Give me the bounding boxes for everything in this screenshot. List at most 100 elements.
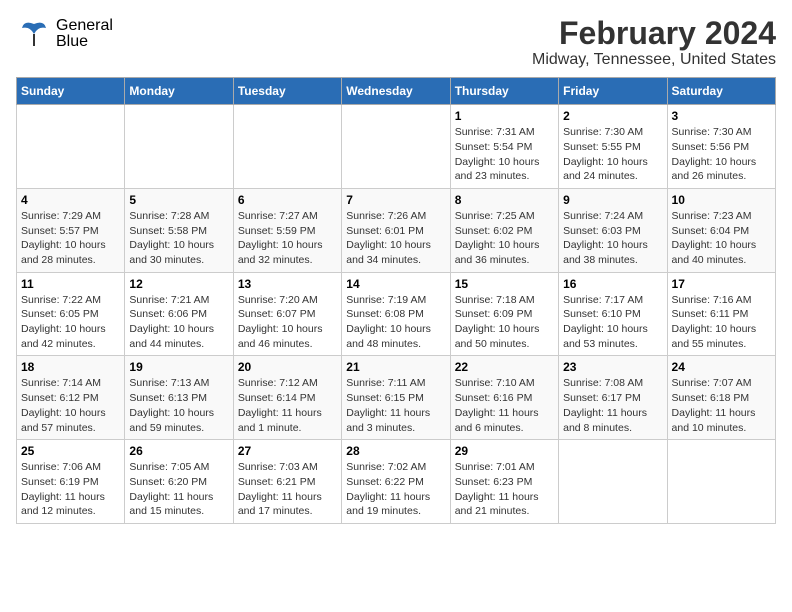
- calendar-cell: 23 Sunrise: 7:08 AM Sunset: 6:17 PM Dayli…: [559, 356, 667, 440]
- calendar-cell: 14 Sunrise: 7:19 AM Sunset: 6:08 PM Dayli…: [342, 272, 450, 356]
- calendar-cell: 27 Sunrise: 7:03 AM Sunset: 6:21 PM Dayli…: [233, 440, 341, 524]
- header-day-friday: Friday: [559, 78, 667, 105]
- day-number: 27: [238, 444, 337, 458]
- header-day-sunday: Sunday: [17, 78, 125, 105]
- day-number: 5: [129, 193, 228, 207]
- day-info: Sunrise: 7:21 AM Sunset: 6:06 PM Dayligh…: [129, 293, 228, 352]
- calendar-cell: 28 Sunrise: 7:02 AM Sunset: 6:22 PM Dayli…: [342, 440, 450, 524]
- calendar-cell: 3Sunrise: 7:30 AM Sunset: 5:56 PM Daylig…: [667, 105, 775, 189]
- day-number: 25: [21, 444, 120, 458]
- logo-icon: [16, 16, 52, 52]
- day-number: 29: [455, 444, 554, 458]
- day-number: 3: [672, 109, 771, 123]
- calendar-cell: 9 Sunrise: 7:24 AM Sunset: 6:03 PM Daylig…: [559, 188, 667, 272]
- calendar-cell: [233, 105, 341, 189]
- header-day-tuesday: Tuesday: [233, 78, 341, 105]
- day-info: Sunrise: 7:26 AM Sunset: 6:01 PM Dayligh…: [346, 209, 445, 268]
- day-info: Sunrise: 7:11 AM Sunset: 6:15 PM Dayligh…: [346, 376, 445, 435]
- day-info: Sunrise: 7:25 AM Sunset: 6:02 PM Dayligh…: [455, 209, 554, 268]
- day-info: Sunrise: 7:02 AM Sunset: 6:22 PM Dayligh…: [346, 460, 445, 519]
- day-info: Sunrise: 7:01 AM Sunset: 6:23 PM Dayligh…: [455, 460, 554, 519]
- calendar-cell: 20 Sunrise: 7:12 AM Sunset: 6:14 PM Dayli…: [233, 356, 341, 440]
- day-info: Sunrise: 7:13 AM Sunset: 6:13 PM Dayligh…: [129, 376, 228, 435]
- day-info: Sunrise: 7:17 AM Sunset: 6:10 PM Dayligh…: [563, 293, 662, 352]
- calendar-cell: 15Sunrise: 7:18 AM Sunset: 6:09 PM Dayli…: [450, 272, 558, 356]
- day-number: 19: [129, 360, 228, 374]
- day-number: 2: [563, 109, 662, 123]
- day-number: 6: [238, 193, 337, 207]
- header-day-wednesday: Wednesday: [342, 78, 450, 105]
- calendar-header-row: SundayMondayTuesdayWednesdayThursdayFrid…: [17, 78, 776, 105]
- day-info: Sunrise: 7:27 AM Sunset: 5:59 PM Dayligh…: [238, 209, 337, 268]
- day-number: 8: [455, 193, 554, 207]
- calendar-week-2: 4 Sunrise: 7:29 AM Sunset: 5:57 PM Daylig…: [17, 188, 776, 272]
- calendar-cell: 24Sunrise: 7:07 AM Sunset: 6:18 PM Dayli…: [667, 356, 775, 440]
- calendar-cell: [667, 440, 775, 524]
- logo-blue: Blue: [56, 34, 113, 50]
- calendar-cell: [559, 440, 667, 524]
- day-number: 21: [346, 360, 445, 374]
- day-number: 10: [672, 193, 771, 207]
- day-info: Sunrise: 7:29 AM Sunset: 5:57 PM Dayligh…: [21, 209, 120, 268]
- day-info: Sunrise: 7:14 AM Sunset: 6:12 PM Dayligh…: [21, 376, 120, 435]
- logo-general: General: [56, 18, 113, 34]
- day-number: 18: [21, 360, 120, 374]
- calendar-cell: 21 Sunrise: 7:11 AM Sunset: 6:15 PM Dayli…: [342, 356, 450, 440]
- calendar-cell: 25 Sunrise: 7:06 AM Sunset: 6:19 PM Dayli…: [17, 440, 125, 524]
- day-number: 15: [455, 277, 554, 291]
- calendar-cell: [342, 105, 450, 189]
- day-info: Sunrise: 7:08 AM Sunset: 6:17 PM Dayligh…: [563, 376, 662, 435]
- calendar-cell: 22 Sunrise: 7:10 AM Sunset: 6:16 PM Dayli…: [450, 356, 558, 440]
- day-number: 28: [346, 444, 445, 458]
- calendar-week-4: 18 Sunrise: 7:14 AM Sunset: 6:12 PM Dayli…: [17, 356, 776, 440]
- title-block: February 2024 Midway, Tennessee, United …: [532, 16, 776, 69]
- calendar-cell: 17Sunrise: 7:16 AM Sunset: 6:11 PM Dayli…: [667, 272, 775, 356]
- calendar-cell: 26Sunrise: 7:05 AM Sunset: 6:20 PM Dayli…: [125, 440, 233, 524]
- day-number: 7: [346, 193, 445, 207]
- calendar-cell: 16 Sunrise: 7:17 AM Sunset: 6:10 PM Dayli…: [559, 272, 667, 356]
- calendar-cell: 18 Sunrise: 7:14 AM Sunset: 6:12 PM Dayli…: [17, 356, 125, 440]
- day-info: Sunrise: 7:22 AM Sunset: 6:05 PM Dayligh…: [21, 293, 120, 352]
- day-info: Sunrise: 7:28 AM Sunset: 5:58 PM Dayligh…: [129, 209, 228, 268]
- day-number: 9: [563, 193, 662, 207]
- calendar-title: February 2024: [532, 16, 776, 51]
- calendar-cell: 6 Sunrise: 7:27 AM Sunset: 5:59 PM Daylig…: [233, 188, 341, 272]
- day-info: Sunrise: 7:30 AM Sunset: 5:55 PM Dayligh…: [563, 125, 662, 184]
- day-info: Sunrise: 7:10 AM Sunset: 6:16 PM Dayligh…: [455, 376, 554, 435]
- day-info: Sunrise: 7:12 AM Sunset: 6:14 PM Dayligh…: [238, 376, 337, 435]
- day-number: 22: [455, 360, 554, 374]
- day-info: Sunrise: 7:06 AM Sunset: 6:19 PM Dayligh…: [21, 460, 120, 519]
- calendar-cell: 5 Sunrise: 7:28 AM Sunset: 5:58 PM Daylig…: [125, 188, 233, 272]
- calendar-cell: 1Sunrise: 7:31 AM Sunset: 5:54 PM Daylig…: [450, 105, 558, 189]
- calendar-week-5: 25 Sunrise: 7:06 AM Sunset: 6:19 PM Dayli…: [17, 440, 776, 524]
- day-info: Sunrise: 7:19 AM Sunset: 6:08 PM Dayligh…: [346, 293, 445, 352]
- day-number: 4: [21, 193, 120, 207]
- calendar-table: SundayMondayTuesdayWednesdayThursdayFrid…: [16, 77, 776, 524]
- calendar-cell: 12 Sunrise: 7:21 AM Sunset: 6:06 PM Dayli…: [125, 272, 233, 356]
- day-number: 1: [455, 109, 554, 123]
- day-info: Sunrise: 7:03 AM Sunset: 6:21 PM Dayligh…: [238, 460, 337, 519]
- day-number: 20: [238, 360, 337, 374]
- logo: General Blue: [16, 16, 113, 52]
- calendar-cell: 13Sunrise: 7:20 AM Sunset: 6:07 PM Dayli…: [233, 272, 341, 356]
- day-info: Sunrise: 7:24 AM Sunset: 6:03 PM Dayligh…: [563, 209, 662, 268]
- calendar-cell: 10 Sunrise: 7:23 AM Sunset: 6:04 PM Dayli…: [667, 188, 775, 272]
- day-number: 12: [129, 277, 228, 291]
- day-number: 11: [21, 277, 120, 291]
- day-number: 16: [563, 277, 662, 291]
- calendar-cell: 7 Sunrise: 7:26 AM Sunset: 6:01 PM Daylig…: [342, 188, 450, 272]
- calendar-cell: 29 Sunrise: 7:01 AM Sunset: 6:23 PM Dayli…: [450, 440, 558, 524]
- calendar-cell: [17, 105, 125, 189]
- calendar-week-3: 11 Sunrise: 7:22 AM Sunset: 6:05 PM Dayli…: [17, 272, 776, 356]
- day-number: 14: [346, 277, 445, 291]
- day-number: 23: [563, 360, 662, 374]
- page-header: General Blue February 2024 Midway, Tenne…: [16, 16, 776, 69]
- header-day-monday: Monday: [125, 78, 233, 105]
- calendar-week-1: 1Sunrise: 7:31 AM Sunset: 5:54 PM Daylig…: [17, 105, 776, 189]
- day-info: Sunrise: 7:05 AM Sunset: 6:20 PM Dayligh…: [129, 460, 228, 519]
- header-day-thursday: Thursday: [450, 78, 558, 105]
- day-info: Sunrise: 7:20 AM Sunset: 6:07 PM Dayligh…: [238, 293, 337, 352]
- calendar-cell: 4 Sunrise: 7:29 AM Sunset: 5:57 PM Daylig…: [17, 188, 125, 272]
- day-info: Sunrise: 7:23 AM Sunset: 6:04 PM Dayligh…: [672, 209, 771, 268]
- logo-text: General Blue: [56, 18, 113, 50]
